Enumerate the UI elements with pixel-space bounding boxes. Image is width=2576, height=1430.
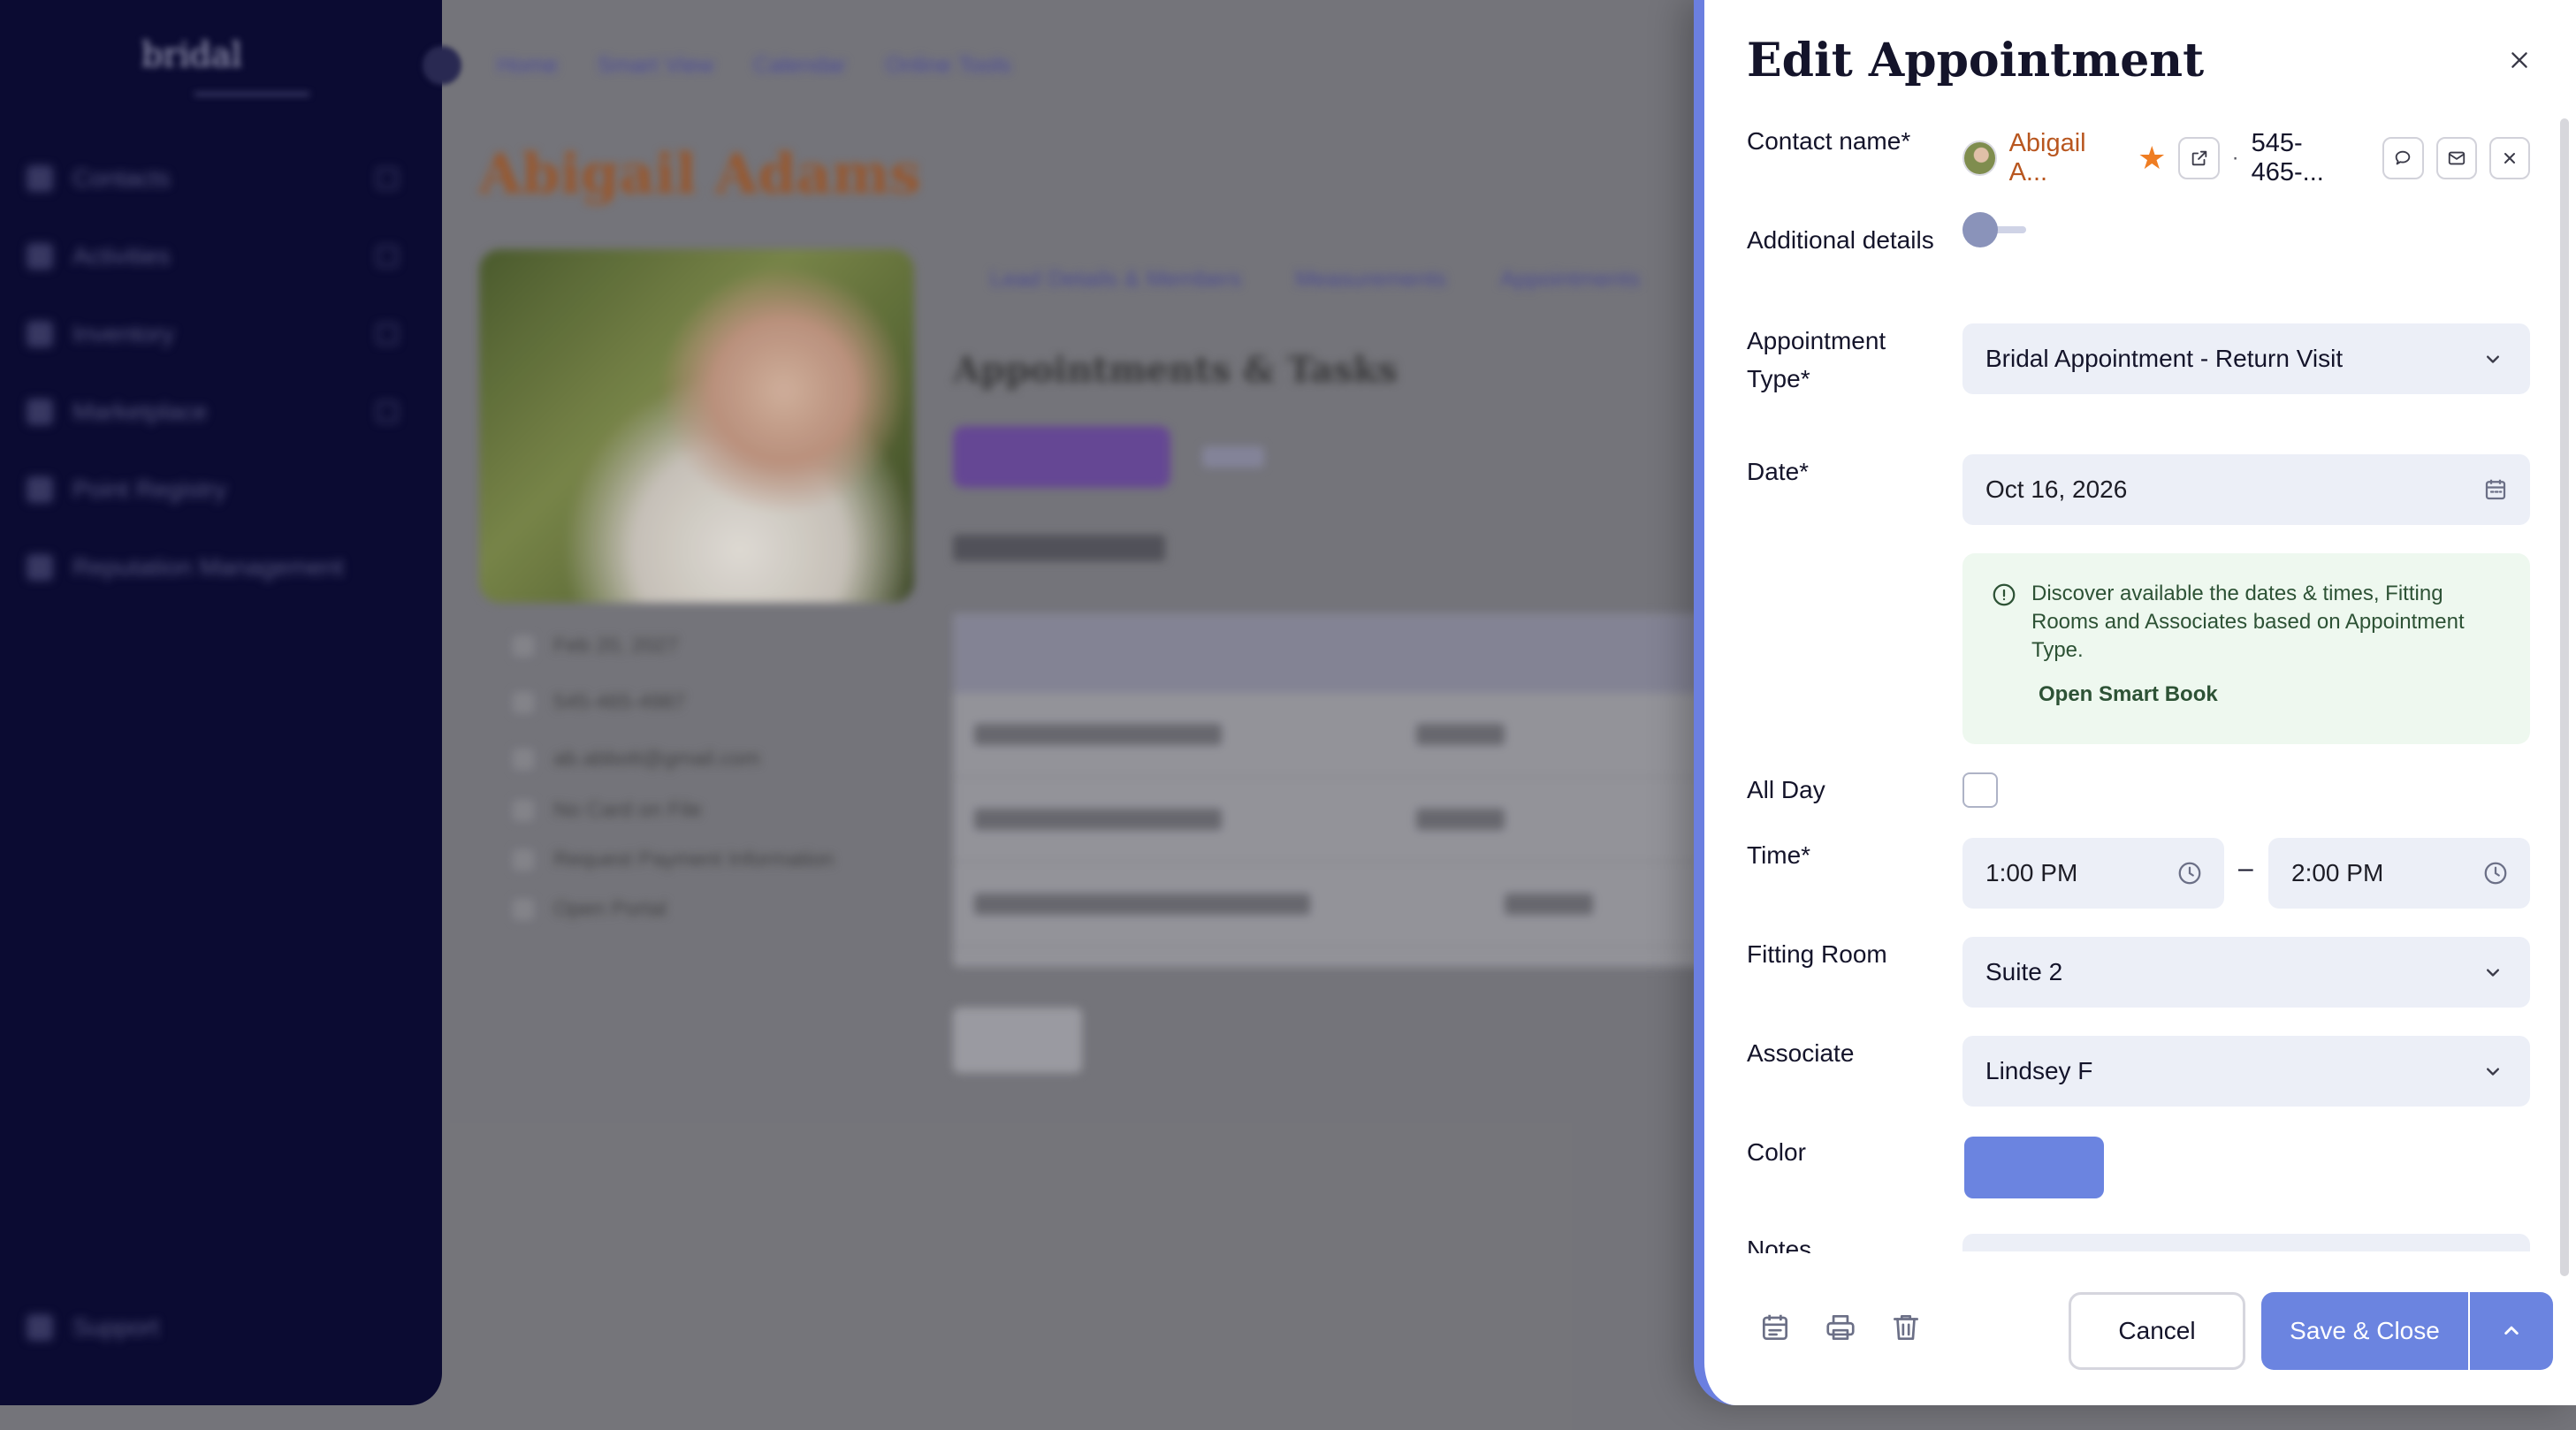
print-button[interactable] — [1823, 1310, 1858, 1345]
notes-textarea[interactable] — [1962, 1234, 2530, 1251]
drawer-header: Edit Appointment — [1747, 32, 2541, 88]
open-smart-book-link[interactable]: Open Smart Book — [2039, 682, 2218, 707]
info-text: Discover available the dates & times, Fi… — [2031, 582, 2465, 662]
open-contact-button[interactable] — [2178, 137, 2220, 179]
smart-book-info: Discover available the dates & times, Fi… — [1962, 553, 2530, 744]
external-link-icon — [2191, 150, 2206, 166]
email-button[interactable] — [2435, 137, 2477, 179]
footer-actions — [1757, 1310, 1924, 1345]
appointment-type-select[interactable]: Bridal Appointment - Return Visit — [1962, 323, 2530, 394]
chevron-down-icon — [2487, 969, 2499, 977]
contact-name-label: Contact name* — [1747, 127, 1911, 155]
all-day-label: All Day — [1747, 776, 1825, 803]
associate-select[interactable]: Lindsey F — [1962, 1036, 2530, 1107]
printer-icon — [1826, 1314, 1855, 1341]
separator-dot: · — [2231, 146, 2239, 170]
toggle-knob — [1962, 212, 1998, 247]
info-icon — [1993, 583, 2016, 606]
fitting-room-value: Suite 2 — [1985, 958, 2063, 985]
associate-value: Lindsey F — [1985, 1057, 2093, 1084]
chevron-down-icon — [2487, 1068, 2499, 1076]
calendar-icon[interactable] — [2482, 476, 2509, 503]
close-icon — [2504, 153, 2515, 164]
message-button[interactable] — [2382, 137, 2424, 179]
save-and-close-button[interactable]: Save & Close — [2261, 1292, 2468, 1370]
star-icon[interactable]: ★ — [2138, 142, 2166, 174]
appointment-type-value: Bridal Appointment - Return Visit — [1985, 345, 2344, 372]
close-button[interactable] — [2498, 39, 2541, 81]
date-label: Date* — [1747, 458, 1810, 485]
time-label: Time* — [1747, 841, 1811, 869]
info-message: Discover available the dates & times, Fi… — [1991, 580, 2504, 665]
appointment-type-label: Appointment Type* — [1747, 327, 1886, 392]
delete-button[interactable] — [1888, 1310, 1924, 1345]
calendar-icon — [1762, 1314, 1788, 1341]
associate-label: Associate — [1747, 1039, 1855, 1067]
edit-appointment-drawer: Edit Appointment Contact name* Abigail A… — [1694, 0, 2576, 1405]
color-picker[interactable] — [1964, 1137, 2104, 1198]
cancel-button[interactable]: Cancel — [2069, 1292, 2245, 1370]
end-time-input[interactable]: 2:00 PM — [2268, 838, 2530, 909]
avatar — [1962, 141, 1997, 176]
clock-icon — [2178, 862, 2201, 885]
drawer-footer: Cancel Save & Close — [1704, 1273, 2576, 1396]
color-label: Color — [1747, 1138, 1806, 1166]
all-day-checkbox[interactable] — [1962, 772, 1998, 808]
contact-name-link[interactable]: Abigail A... — [2009, 129, 2126, 187]
additional-details-toggle[interactable] — [1962, 212, 2030, 247]
add-to-calendar-button[interactable] — [1757, 1310, 1793, 1345]
chevron-down-icon — [2487, 355, 2499, 363]
end-time-value: 2:00 PM — [2291, 859, 2384, 886]
start-time-value: 1:00 PM — [1985, 859, 2078, 886]
fitting-room-select[interactable]: Suite 2 — [1962, 937, 2530, 1008]
fitting-room-label: Fitting Room — [1747, 940, 1887, 968]
mail-icon — [2448, 151, 2465, 165]
contact-phone: 545-465-... — [2251, 129, 2324, 186]
date-value: Oct 16, 2026 — [1985, 475, 2128, 503]
drawer-scrollbar[interactable] — [2560, 118, 2569, 1276]
clock-icon — [2484, 862, 2507, 885]
save-options-button[interactable] — [2470, 1292, 2553, 1370]
chat-bubble-icon — [2396, 150, 2411, 165]
chevron-up-icon — [2504, 1326, 2519, 1335]
drawer-title: Edit Appointment — [1747, 33, 2205, 87]
close-icon — [2511, 52, 2527, 68]
additional-details-label: Additional details — [1747, 226, 1934, 254]
remove-contact-button[interactable] — [2488, 137, 2530, 179]
notes-label: Notes — [1747, 1236, 1812, 1253]
time-separator: – — [2238, 854, 2253, 883]
date-input[interactable]: Oct 16, 2026 — [1962, 454, 2530, 525]
trash-icon — [1893, 1314, 1919, 1341]
contact-field: Abigail A... ★ · 545-465-... — [1962, 129, 2530, 186]
start-time-input[interactable]: 1:00 PM — [1962, 838, 2224, 909]
